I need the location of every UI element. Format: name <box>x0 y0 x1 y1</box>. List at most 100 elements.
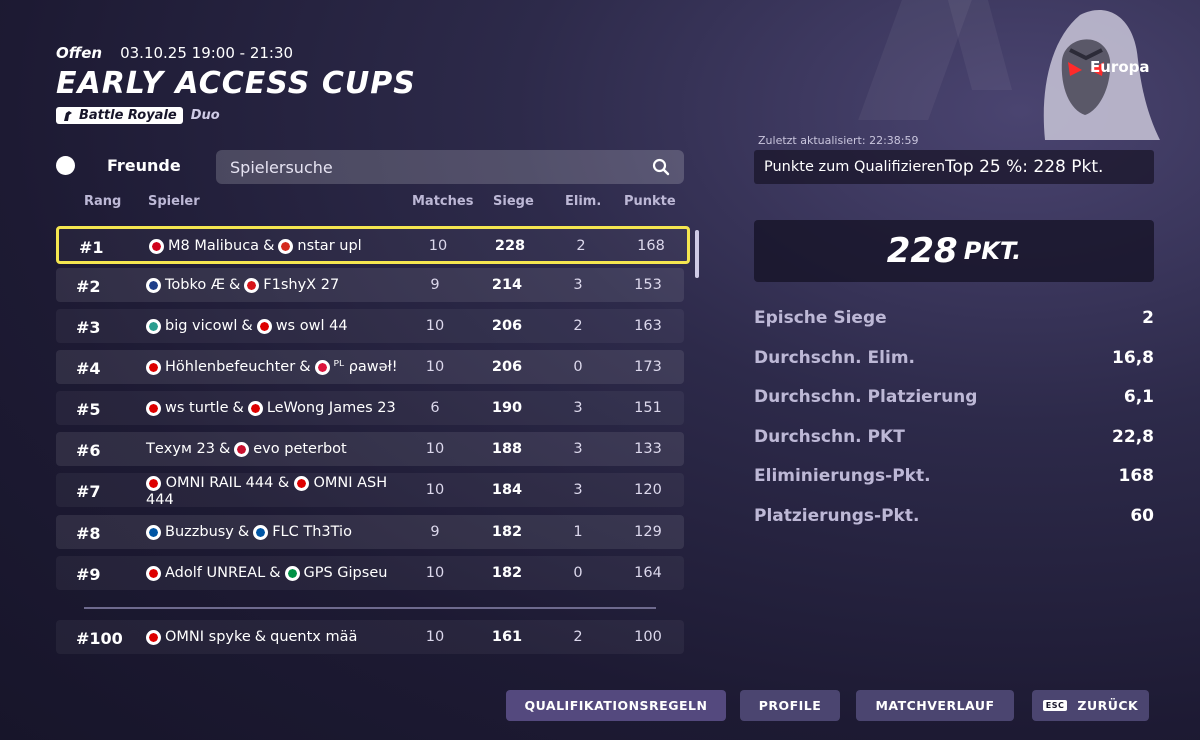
player-name: Buzzbusy <box>165 524 234 540</box>
flag-icon <box>293 475 309 491</box>
row-matches: 10 <box>425 482 445 498</box>
row-wins: 188 <box>491 441 523 457</box>
row-elims: 3 <box>573 277 583 293</box>
stat-label: Platzierungs-Pkt. <box>754 506 920 526</box>
flag-icon <box>284 565 300 581</box>
row-matches: 10 <box>425 441 445 457</box>
search-input[interactable]: Spielersuche <box>216 150 684 184</box>
col-matches: Matches <box>412 194 474 209</box>
team-separator: & <box>228 277 241 293</box>
row-elims: 3 <box>573 482 583 498</box>
table-row[interactable]: #4 Höhlenbefeuchter & ᴾᴸ ρawəł! 10 206 0… <box>56 350 684 384</box>
total-points: 228 PKT. <box>754 220 1154 282</box>
player-name: Tobko Æ <box>165 277 225 293</box>
qualify-label: Punkte zum Qualifizieren <box>764 159 946 175</box>
row-points: 129 <box>634 524 662 540</box>
profiles-button[interactable]: PROFILE <box>740 690 840 721</box>
stat-row: Platzierungs-Pkt. 60 <box>754 506 1154 532</box>
row-rank: #3 <box>76 318 101 337</box>
player-name: GPS Gipseu <box>303 565 388 581</box>
player-name: big vicowl <box>165 318 238 334</box>
stat-value: 22,8 <box>1112 427 1154 447</box>
team-separator: & <box>254 629 267 645</box>
stat-row: Durchschn. Platzierung 6,1 <box>754 387 1154 413</box>
player-name: M8 Malibuca <box>168 238 260 254</box>
esc-key-icon: ESC <box>1042 700 1068 711</box>
row-players: ws turtle & LeWong James 23 <box>146 400 396 416</box>
search-icon[interactable] <box>652 158 670 176</box>
flag-icon <box>146 277 161 293</box>
row-players: Техум 23 & evo peterbot <box>146 441 391 457</box>
total-points-unit: PKT. <box>963 237 1022 265</box>
row-points: 120 <box>634 482 662 498</box>
qualify-box: Punkte zum Qualifizieren Top 25 %: 228 P… <box>754 150 1154 184</box>
event-status-row: Offen 03.10.25 19:00 - 21:30 <box>56 44 293 62</box>
row-wins: 206 <box>491 318 523 334</box>
row-players: Höhlenbefeuchter & ᴾᴸ ρawəł! <box>146 359 398 375</box>
row-wins: 182 <box>491 565 523 581</box>
row-elims: 0 <box>573 359 583 375</box>
team-separator: & <box>277 475 290 491</box>
team-separator: & <box>218 441 231 457</box>
flag-icon <box>314 359 330 375</box>
last-updated: Zuletzt aktualisiert: 22:38:59 <box>758 134 919 147</box>
row-players: Adolf UNREAL & GPS Gipseu <box>146 565 391 581</box>
friends-filter[interactable]: Freunde <box>56 156 181 175</box>
mode-badge: Battle Royale <box>56 107 183 124</box>
col-players: Spieler <box>148 194 200 209</box>
row-elims: 2 <box>576 238 586 254</box>
player-name: OMNI RAIL 444 <box>165 475 274 491</box>
table-row[interactable]: #100 OMNI spyke & quentx mää 10 161 2 10… <box>56 620 684 654</box>
row-wins: 190 <box>491 400 523 416</box>
back-label: ZURÜCK <box>1077 698 1139 713</box>
row-points: 164 <box>634 565 662 581</box>
table-row[interactable]: #8 Buzzbusy & FLC Th3Tio 9 182 1 129 <box>56 515 684 549</box>
flag-icon <box>146 524 161 540</box>
row-points: 168 <box>637 238 665 254</box>
table-row[interactable]: #3 big vicowl & ws owl 44 10 206 2 163 <box>56 309 684 343</box>
flag-icon <box>146 565 161 581</box>
row-matches: 10 <box>425 359 445 375</box>
friends-toggle[interactable] <box>56 156 75 175</box>
table-row[interactable]: #2 Tobko Æ & F1shyX 27 9 214 3 153 <box>56 268 684 302</box>
back-button[interactable]: ESC ZURÜCK <box>1032 690 1149 721</box>
flag-icon <box>247 400 263 416</box>
row-matches: 10 <box>425 318 445 334</box>
stat-value: 6,1 <box>1123 387 1154 407</box>
region-label: Europa <box>1090 58 1150 76</box>
stat-row: Eliminierungs-Pkt. 168 <box>754 466 1154 492</box>
stat-label: Epische Siege <box>754 308 887 328</box>
team-separator: & <box>241 318 253 334</box>
stat-label: Eliminierungs-Pkt. <box>754 466 931 486</box>
row-elims: 0 <box>573 565 583 581</box>
search-placeholder: Spielersuche <box>230 157 333 177</box>
stat-row: Durchschn. Elim. 16,8 <box>754 348 1154 374</box>
table-row[interactable]: #1 M8 Malibuca & nstar upl 10 228 2 168 <box>56 226 690 264</box>
team-separator: & <box>269 565 281 581</box>
row-rank: #8 <box>76 524 101 543</box>
qualification-rules-button[interactable]: QUALIFIKATIONSREGELN <box>506 690 726 721</box>
table-row[interactable]: #7 OMNI RAIL 444 & OMNI ASH 444 10 184 3… <box>56 473 684 508</box>
match-history-button[interactable]: MATCHVERLAUF <box>856 690 1014 721</box>
row-elims: 2 <box>573 629 583 645</box>
page-title: EARLY ACCESS CUPS <box>56 66 416 101</box>
stat-value: 168 <box>1118 466 1155 486</box>
row-points: 153 <box>634 277 662 293</box>
qualify-value: Top 25 %: 228 Pkt. <box>945 157 1104 177</box>
flag-icon <box>146 400 161 416</box>
row-wins: 182 <box>491 524 523 540</box>
table-row[interactable]: #5 ws turtle & LeWong James 23 6 190 3 1… <box>56 391 684 425</box>
leaderboard-scrollbar[interactable] <box>695 230 699 278</box>
mode-row: Battle Royale Duo <box>56 107 220 124</box>
flag-icon <box>253 524 269 540</box>
player-name: evo peterbot <box>253 441 347 457</box>
row-points: 151 <box>634 400 662 416</box>
leaderboard-header: Rang Spieler Matches Siege Elim. Punkte <box>56 194 686 212</box>
team-separator: & <box>237 524 250 540</box>
table-row[interactable]: #9 Adolf UNREAL & GPS Gipseu 10 182 0 16… <box>56 556 684 590</box>
flag-icon <box>146 359 161 375</box>
table-row[interactable]: #6 Техум 23 & evo peterbot 10 188 3 133 <box>56 432 684 466</box>
battle-royale-icon <box>64 110 72 121</box>
row-points: 173 <box>634 359 662 375</box>
flag-icon <box>146 629 161 645</box>
